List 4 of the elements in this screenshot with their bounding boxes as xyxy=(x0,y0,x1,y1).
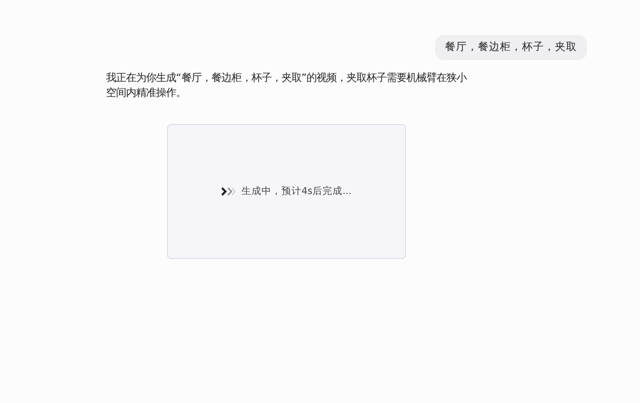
assistant-message: 我正在为你生成“餐厅，餐边柜，杯子，夹取”的视频，夹取杯子需要机械臂在狭小空间内精准操作。 xyxy=(106,71,468,101)
loading-chevron-icon xyxy=(221,187,236,196)
user-message: 餐厅，餐边柜，杯子，夹取 xyxy=(435,35,587,60)
generation-status: 生成中，预计4s后完成... xyxy=(241,185,352,198)
